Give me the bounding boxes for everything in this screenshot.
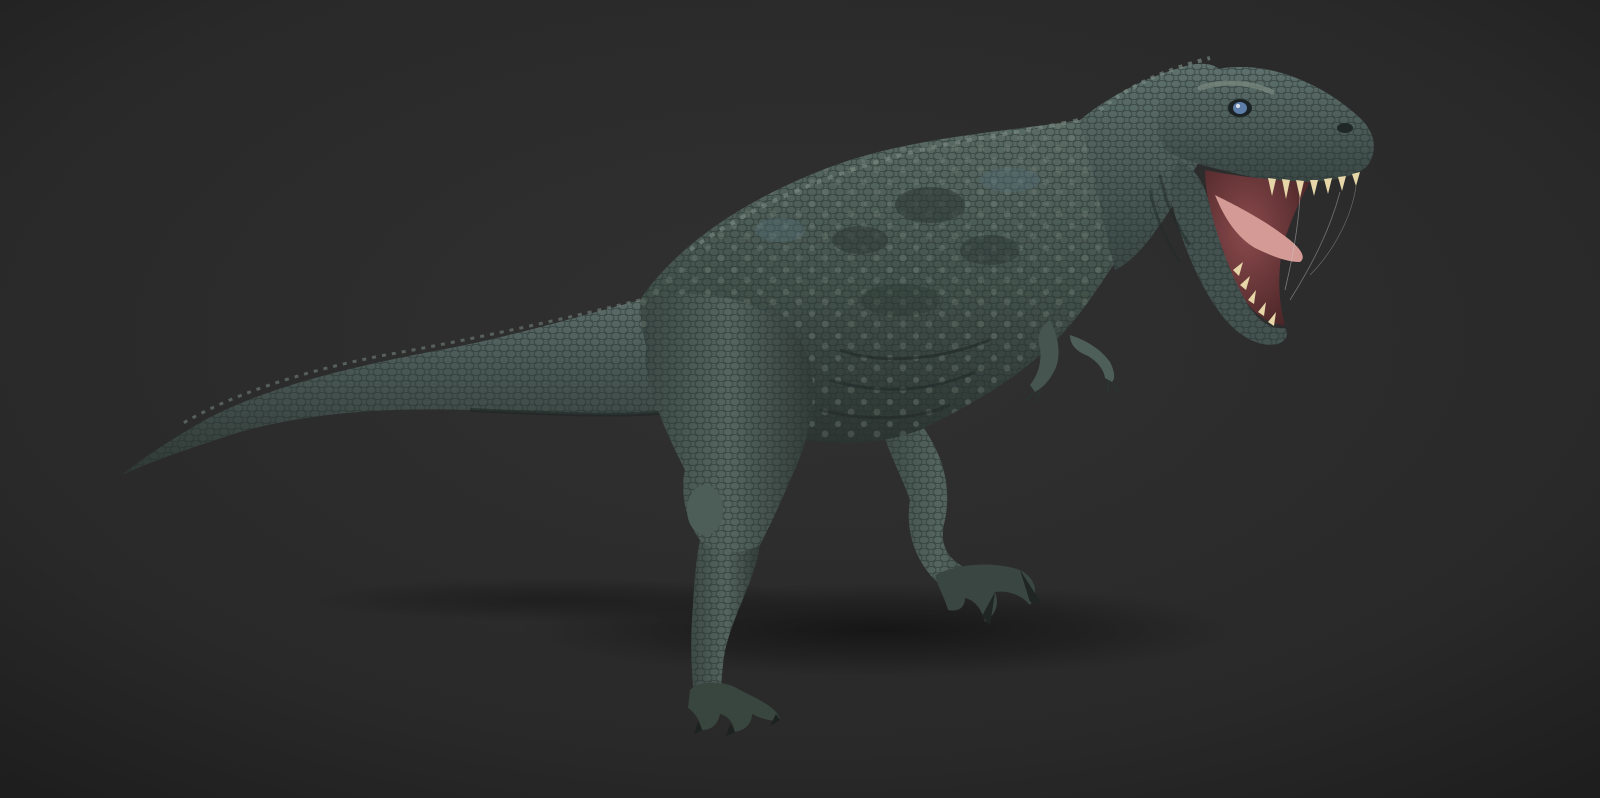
render-viewport [0, 0, 1600, 798]
trex-render [0, 0, 1600, 798]
